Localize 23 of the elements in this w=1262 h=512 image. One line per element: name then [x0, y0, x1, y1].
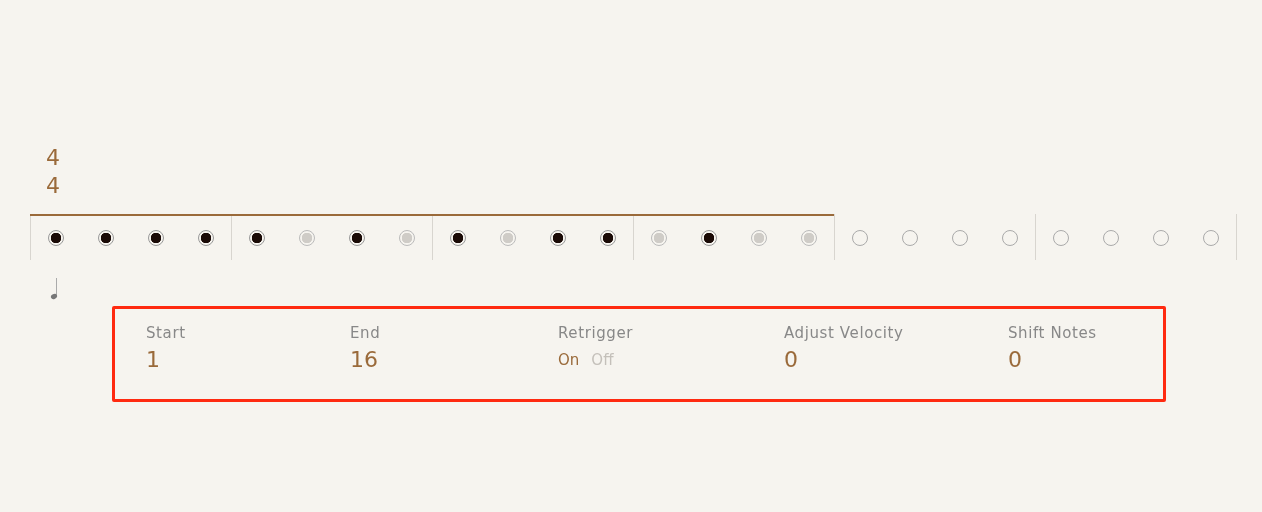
- note-icon: [50, 278, 58, 300]
- setting-label: End: [350, 324, 382, 342]
- setting-value[interactable]: 0: [1008, 347, 1097, 373]
- step-button[interactable]: [600, 230, 616, 246]
- setting-label: Start: [146, 324, 187, 342]
- time-signature-numerator: 4: [46, 144, 61, 172]
- step-button[interactable]: [47, 230, 64, 246]
- step-button[interactable]: [449, 230, 466, 246]
- setting-value[interactable]: 0: [784, 347, 1008, 373]
- time-signature-denominator: 4: [46, 172, 61, 200]
- setting-label: Adjust Velocity: [784, 324, 905, 342]
- step-button[interactable]: [248, 230, 265, 246]
- step-button[interactable]: [701, 230, 717, 246]
- setting-value[interactable]: 1: [146, 347, 350, 373]
- setting-label: Shift Notes: [1008, 324, 1097, 342]
- step-button[interactable]: [349, 230, 365, 246]
- step-button[interactable]: [98, 230, 114, 246]
- step-button[interactable]: [198, 230, 214, 246]
- setting-label: Retrigger: [558, 324, 635, 342]
- step-button[interactable]: [148, 230, 164, 246]
- toggle-option[interactable]: On: [558, 351, 580, 369]
- setting-value[interactable]: 16: [350, 347, 558, 373]
- step-button[interactable]: [550, 230, 566, 246]
